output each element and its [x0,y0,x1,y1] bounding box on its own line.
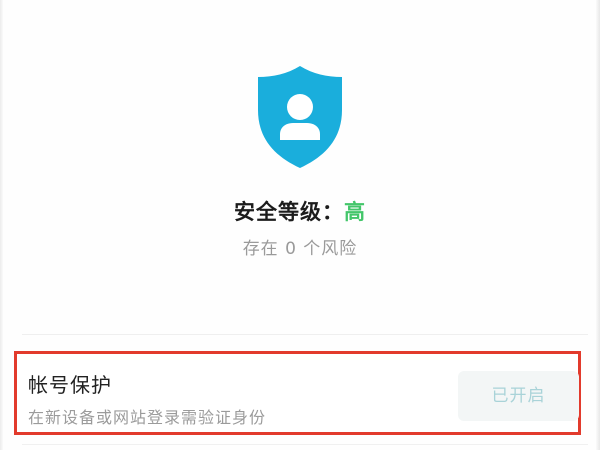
bottom-divider [22,444,588,445]
user-shield-icon [258,66,342,168]
account-protection-description: 在新设备或网站登录需验证身份 [28,408,267,427]
security-page: 安全等级：高 存在 0 个风险 帐号保护 在新设备或网站登录需验证身份 已开启 [0,0,600,450]
risk-count-text: 存在 0 个风险 [242,239,358,259]
user-body [280,123,320,140]
account-protection-status-button[interactable]: 已开启 [458,371,579,421]
user-head [287,94,313,120]
security-level-value: 高 [344,200,366,224]
account-protection-item[interactable]: 帐号保护 在新设备或网站登录需验证身份 已开启 [14,351,581,435]
section-divider [22,334,588,335]
security-level: 安全等级：高 [0,196,600,226]
security-level-label: 安全等级： [234,200,344,224]
account-protection-title: 帐号保护 [28,373,112,397]
